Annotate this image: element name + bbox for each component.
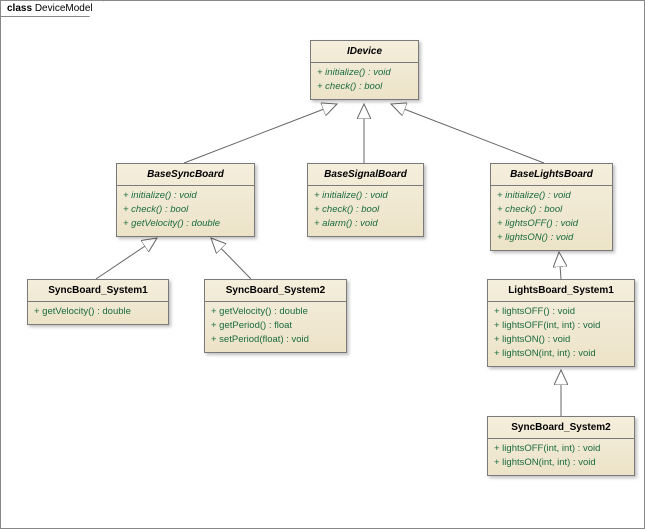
class-title: SyncBoard_System1 (28, 280, 168, 302)
class-ops: + initialize() : void + check() : bool +… (308, 186, 423, 236)
class-lightsboard-system1[interactable]: LightsBoard_System1 + lightsOFF() : void… (487, 279, 635, 367)
op: + lightsOFF(int, int) : void (494, 319, 628, 333)
op: + lightsON(int, int) : void (494, 456, 628, 470)
op: + lightsOFF() : void (497, 217, 606, 231)
op: + check() : bool (314, 203, 417, 217)
class-ops: + initialize() : void + check() : bool +… (491, 186, 612, 250)
op: + lightsON() : void (494, 333, 628, 347)
class-ops: + getVelocity() : double + getPeriod() :… (205, 302, 346, 352)
op: + initialize() : void (314, 189, 417, 203)
class-ops: + lightsOFF(int, int) : void + lightsON(… (488, 439, 634, 475)
class-syncboard-system2-lower[interactable]: SyncBoard_System2 + lightsOFF(int, int) … (487, 416, 635, 476)
op: + initialize() : void (123, 189, 248, 203)
op: + getVelocity() : double (211, 305, 340, 319)
op: + lightsOFF() : void (494, 305, 628, 319)
class-title: SyncBoard_System2 (488, 417, 634, 439)
op: + lightsON(int, int) : void (494, 347, 628, 361)
op: + getPeriod() : float (211, 319, 340, 333)
class-syncboard-system2[interactable]: SyncBoard_System2 + getVelocity() : doub… (204, 279, 347, 353)
class-title: BaseLightsBoard (491, 164, 612, 186)
class-title: LightsBoard_System1 (488, 280, 634, 302)
class-baselightsboard[interactable]: BaseLightsBoard + initialize() : void + … (490, 163, 613, 251)
frame-name: DeviceModel (35, 3, 93, 14)
class-title: BaseSyncBoard (117, 164, 254, 186)
op: + alarm() : void (314, 217, 417, 231)
op: + setPeriod(float) : void (211, 333, 340, 347)
op: + getVelocity() : double (34, 305, 162, 319)
class-basesignalboard[interactable]: BaseSignalBoard + initialize() : void + … (307, 163, 424, 237)
op: + initialize() : void (317, 66, 412, 80)
class-syncboard-system1[interactable]: SyncBoard_System1 + getVelocity() : doub… (27, 279, 169, 325)
op: + lightsON() : void (497, 231, 606, 245)
class-ops: + initialize() : void + check() : bool (311, 63, 418, 99)
class-title: SyncBoard_System2 (205, 280, 346, 302)
frame-kind: class (7, 3, 32, 14)
op: + check() : bool (123, 203, 248, 217)
class-basesyncboard[interactable]: BaseSyncBoard + initialize() : void + ch… (116, 163, 255, 237)
op: + initialize() : void (497, 189, 606, 203)
op: + check() : bool (317, 80, 412, 94)
frame-tab: class DeviceModel (1, 1, 104, 17)
class-ops: + getVelocity() : double (28, 302, 168, 324)
op: + lightsOFF(int, int) : void (494, 442, 628, 456)
class-title: BaseSignalBoard (308, 164, 423, 186)
class-title: IDevice (311, 41, 418, 63)
class-idevice[interactable]: IDevice + initialize() : void + check() … (310, 40, 419, 100)
class-ops: + lightsOFF() : void + lightsOFF(int, in… (488, 302, 634, 366)
diagram-canvas: class DeviceModel IDevice + initialize()… (0, 0, 645, 529)
class-ops: + initialize() : void + check() : bool +… (117, 186, 254, 236)
op: + getVelocity() : double (123, 217, 248, 231)
op: + check() : bool (497, 203, 606, 217)
